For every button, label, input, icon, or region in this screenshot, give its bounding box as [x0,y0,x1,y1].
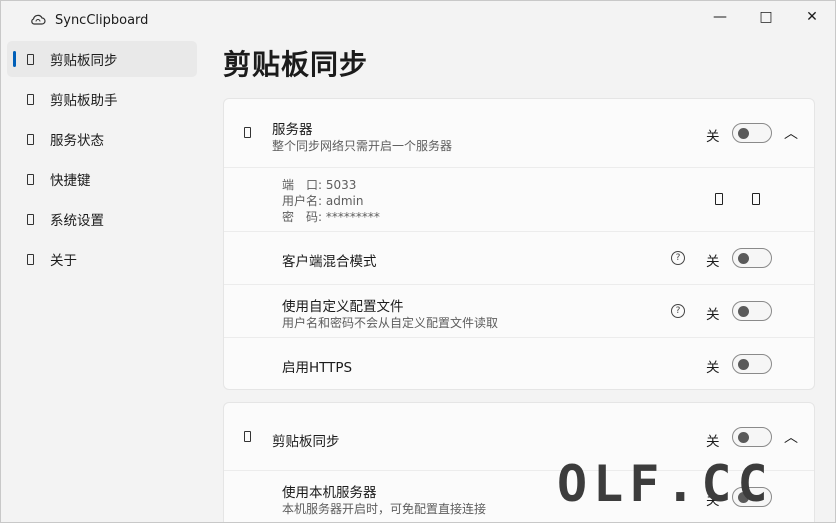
minimize-button[interactable]: — [697,1,743,33]
toggle-knob [738,432,749,443]
server-info-row: 端 口: 5033 用户名: admin 密 码: ********* [224,168,814,232]
client-mixed-mode-row: 客户端混合模式 ? 关 [224,232,814,285]
server-glyph-icon [244,127,251,138]
https-toggle[interactable] [732,354,772,374]
server-toggle[interactable] [732,123,772,143]
custom-config-title: 使用自定义配置文件 [282,299,404,315]
toggle-knob [738,359,749,370]
window-controls: — □ ✕ [697,1,835,33]
server-card: 服务器 整个同步网络只需开启一个服务器 关 ︿ 端 口: 5033 用户名: a… [223,98,815,390]
password-label: 密 码: [282,210,326,224]
watermark-logo: OLF.CC [557,455,774,513]
sidebar-item-label: 关于 [50,253,77,269]
toggle-knob [738,253,749,264]
sidebar-item-label: 服务状态 [50,133,104,149]
placeholder-glyph-icon [27,133,34,145]
client-mixed-mode-toggle[interactable] [732,248,772,268]
port-line: 端 口: 5033 [282,176,356,193]
https-state: 关 [706,360,720,376]
app-window: SyncClipboard — □ ✕ 剪贴板同步 剪贴板助手 服务状态 快捷键… [0,0,836,523]
user-value: admin [325,194,364,208]
sidebar-item-label: 快捷键 [50,173,91,189]
https-row: 启用HTTPS 关 [224,338,814,389]
sidebar-item-clipboard-sync[interactable]: 剪贴板同步 [7,41,197,77]
placeholder-glyph-icon [27,53,34,65]
clipboard-sync-state: 关 [706,434,720,450]
chevron-up-icon[interactable]: ︿ [784,123,798,143]
client-mixed-mode-title: 客户端混合模式 [282,254,377,270]
clipboard-sync-glyph-icon [244,431,251,442]
custom-config-state: 关 [706,307,720,323]
custom-config-desc: 用户名和密码不会从自定义配置文件读取 [282,316,499,330]
user-line: 用户名: admin [282,192,363,209]
password-line: 密 码: ********* [282,208,380,225]
clipboard-sync-toggle[interactable] [732,427,772,447]
close-button[interactable]: ✕ [789,1,835,33]
sidebar-item-label: 系统设置 [50,213,104,229]
client-mixed-mode-state: 关 [706,254,720,270]
placeholder-glyph-icon [27,93,34,105]
https-title: 启用HTTPS [282,360,353,376]
sidebar-item-clipboard-assistant[interactable]: 剪贴板助手 [7,81,197,117]
server-title: 服务器 [272,122,313,138]
placeholder-glyph-icon [27,253,34,265]
placeholder-glyph-icon [27,173,34,185]
port-value: 5033 [325,178,357,192]
sidebar-item-about[interactable]: 关于 [7,241,197,277]
custom-config-row: 使用自定义配置文件 用户名和密码不会从自定义配置文件读取 ? 关 [224,285,814,338]
sidebar-item-hotkeys[interactable]: 快捷键 [7,161,197,197]
app-title: SyncClipboard [29,11,148,29]
server-desc: 整个同步网络只需开启一个服务器 [272,139,453,153]
page-title: 剪贴板同步 [223,48,369,81]
toggle-knob [738,306,749,317]
app-name: SyncClipboard [55,12,149,28]
maximize-button[interactable]: □ [743,1,789,33]
password-value: ********* [325,210,380,224]
title-bar[interactable]: SyncClipboard — □ ✕ [1,1,835,37]
help-icon[interactable]: ? [671,304,685,318]
clipboard-sync-title: 剪贴板同步 [272,434,340,450]
help-icon[interactable]: ? [671,251,685,265]
custom-config-toggle[interactable] [732,301,772,321]
sidebar-item-system-settings[interactable]: 系统设置 [7,201,197,237]
toggle-knob [738,128,749,139]
copy-glyph-icon[interactable] [752,193,760,205]
port-label: 端 口: [282,178,326,192]
sidebar-item-label: 剪贴板助手 [50,93,118,109]
cloud-sync-icon [31,14,46,25]
sidebar-item-label: 剪贴板同步 [50,53,118,69]
user-label: 用户名: [282,194,326,208]
server-header-row[interactable]: 服务器 整个同步网络只需开启一个服务器 关 ︿ [224,99,814,168]
placeholder-glyph-icon [27,213,34,225]
chevron-up-icon[interactable]: ︿ [784,427,798,447]
edit-glyph-icon[interactable] [715,193,723,205]
use-local-server-desc: 本机服务器开启时，可免配置直接连接 [282,502,487,516]
sidebar-item-service-status[interactable]: 服务状态 [7,121,197,157]
use-local-server-title: 使用本机服务器 [282,485,377,501]
server-state: 关 [706,129,720,145]
sidebar-nav: 剪贴板同步 剪贴板助手 服务状态 快捷键 系统设置 关于 [1,37,207,277]
